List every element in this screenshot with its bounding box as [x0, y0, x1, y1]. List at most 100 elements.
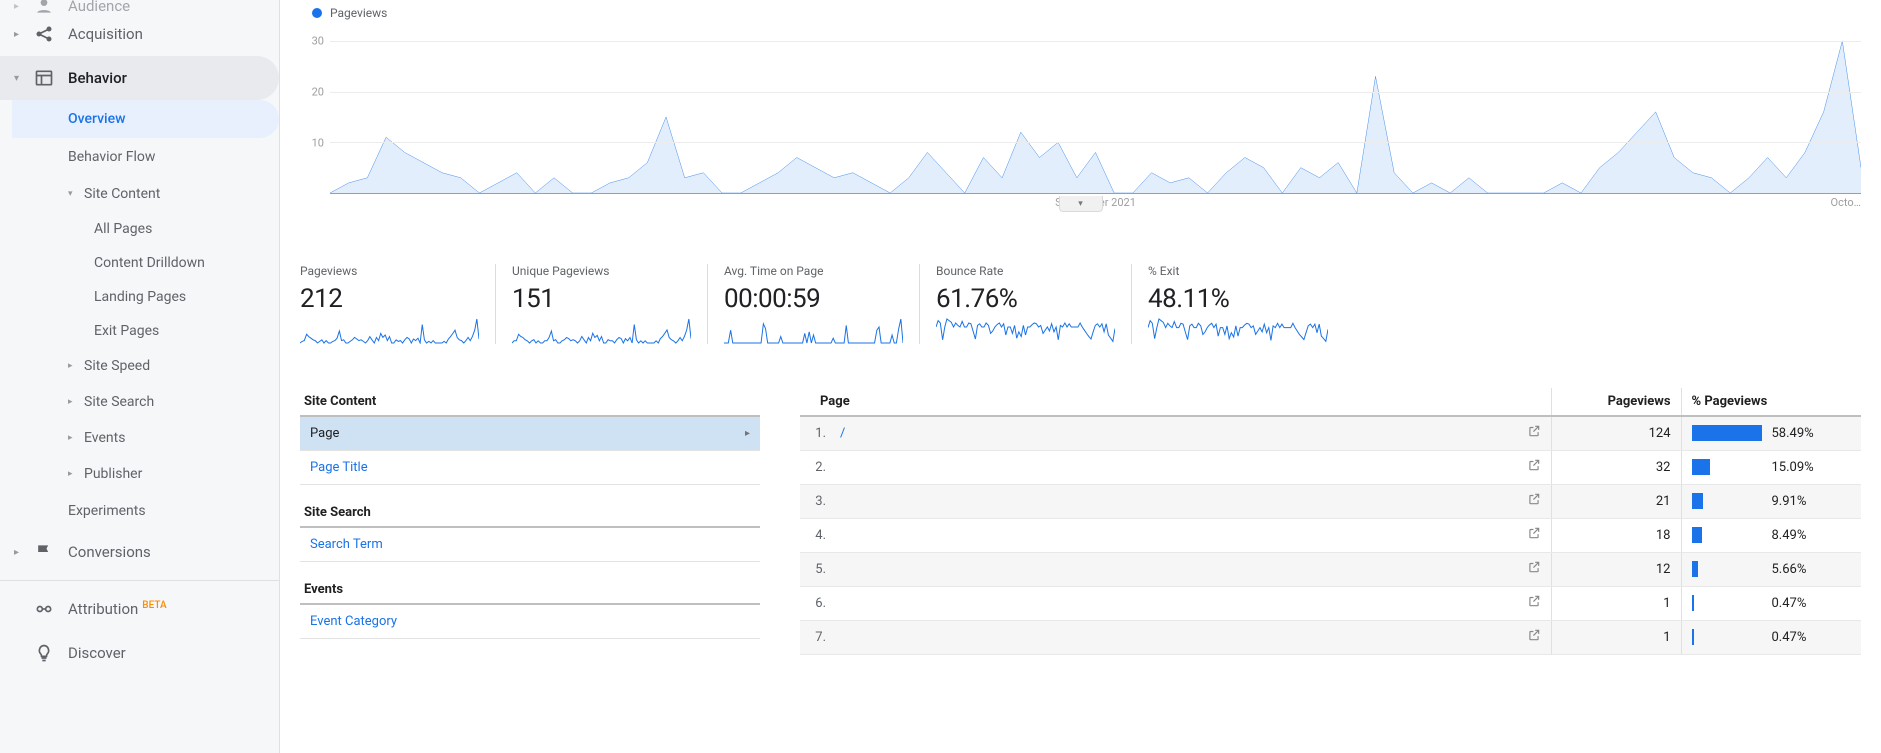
- table-row[interactable]: 3.219.91%: [800, 484, 1861, 518]
- popout-icon[interactable]: [1527, 492, 1541, 506]
- person-icon: [32, 0, 56, 18]
- metric-label: Avg. Time on Page: [724, 264, 903, 278]
- popout-icon[interactable]: [1527, 424, 1541, 438]
- subnav-label: Site Search: [84, 394, 154, 410]
- legend-dot-icon: [312, 8, 322, 18]
- subnav-label: Behavior Flow: [68, 149, 155, 165]
- layout-icon: [32, 66, 56, 90]
- metric-label: Unique Pageviews: [512, 264, 691, 278]
- chart-expander[interactable]: ▾: [1059, 196, 1103, 212]
- row-index: 6.: [800, 586, 830, 620]
- y-axis: 30 20 10: [300, 24, 330, 194]
- nav-conversions[interactable]: ▸ Conversions: [0, 530, 279, 574]
- row-popout: [1517, 620, 1552, 654]
- nav-acquisition[interactable]: ▸ Acquisition: [0, 12, 279, 56]
- metric-value: 00:00:59: [724, 284, 903, 314]
- table-row[interactable]: 6.10.47%: [800, 586, 1861, 620]
- row-index: 5.: [800, 552, 830, 586]
- nav-label: Acquisition: [68, 25, 143, 43]
- line-chart[interactable]: 30 20 10 September 2021 Octo…: [300, 24, 1861, 214]
- th-pct[interactable]: % Pageviews: [1681, 388, 1861, 416]
- subnav-label: Site Content: [84, 186, 160, 202]
- nav-label: Conversions: [68, 543, 151, 561]
- metric-label: % Exit: [1148, 264, 1328, 278]
- sparkline: [936, 318, 1115, 344]
- row-pct: 0.47%: [1681, 620, 1861, 654]
- subnav-publisher[interactable]: ▸Publisher: [12, 456, 279, 492]
- chart-legend: Pageviews: [300, 6, 1861, 20]
- popout-icon[interactable]: [1527, 628, 1541, 642]
- th-pageviews[interactable]: Pageviews: [1551, 388, 1681, 416]
- row-pct: 15.09%: [1681, 450, 1861, 484]
- dimension-search-term[interactable]: Search Term: [300, 528, 760, 562]
- subnav-experiments[interactable]: Experiments: [12, 492, 279, 530]
- nav-label: Discover: [68, 644, 126, 662]
- metric-avg-time-on-page[interactable]: Avg. Time on Page 00:00:59: [724, 264, 920, 344]
- th-page[interactable]: Page: [800, 388, 1551, 416]
- table-row[interactable]: 2.3215.09%: [800, 450, 1861, 484]
- subnav-behavior-flow[interactable]: Behavior Flow: [12, 138, 279, 176]
- dimension-label: Page Title: [310, 460, 368, 475]
- subnav-events[interactable]: ▸Events: [12, 420, 279, 456]
- row-popout: [1517, 416, 1552, 450]
- metric-bounce-rate[interactable]: Bounce Rate61.76%: [936, 264, 1132, 344]
- metric-unique-pageviews[interactable]: Unique Pageviews151: [512, 264, 708, 344]
- page-link[interactable]: /: [840, 426, 845, 441]
- metrics-row: Pageviews212Unique Pageviews151Avg. Time…: [300, 264, 1861, 344]
- table-row[interactable]: 7.10.47%: [800, 620, 1861, 654]
- subnav-overview[interactable]: Overview: [12, 100, 279, 138]
- row-index: 2.: [800, 450, 830, 484]
- nav-audience[interactable]: ▸ Audience: [0, 0, 279, 12]
- caret-right-icon: ▸: [68, 361, 80, 371]
- y-tick: 10: [312, 137, 324, 150]
- caret-down-icon: ▾: [14, 73, 26, 84]
- row-pct: 58.49%: [1681, 416, 1861, 450]
- row-pageviews: 1: [1551, 586, 1681, 620]
- nav-attribution[interactable]: AttributionBETA: [0, 587, 279, 631]
- dimension-event-category[interactable]: Event Category: [300, 605, 760, 639]
- metric--exit[interactable]: % Exit48.11%: [1148, 264, 1344, 344]
- pages-table: Page Pageviews % Pageviews 1./12458.49%2…: [800, 388, 1861, 655]
- table-row[interactable]: 4.188.49%: [800, 518, 1861, 552]
- nav-discover[interactable]: Discover: [0, 631, 279, 675]
- main-content: Pageviews 30 20 10 September 2021 Octo…: [280, 0, 1881, 753]
- leaf-all-pages[interactable]: All Pages: [12, 212, 279, 246]
- row-index: 1.: [800, 416, 830, 450]
- table-row[interactable]: 1./12458.49%: [800, 416, 1861, 450]
- sparkline: [1148, 318, 1328, 344]
- nav-label: Behavior: [68, 69, 127, 87]
- row-page: [830, 552, 1517, 586]
- popout-icon[interactable]: [1527, 594, 1541, 608]
- row-pageviews: 18: [1551, 518, 1681, 552]
- table-row[interactable]: 5.125.66%: [800, 552, 1861, 586]
- caret-right-icon: ▸: [745, 428, 750, 439]
- section-header: Events: [300, 576, 760, 605]
- subnav-site-search[interactable]: ▸Site Search: [12, 384, 279, 420]
- section-header: Site Content: [300, 388, 760, 417]
- nav-behavior[interactable]: ▾ Behavior: [0, 56, 279, 100]
- dimension-page[interactable]: Page ▸: [300, 417, 760, 451]
- row-pageviews: 21: [1551, 484, 1681, 518]
- leaf-exit-pages[interactable]: Exit Pages: [12, 314, 279, 348]
- subnav-site-content[interactable]: ▾Site Content: [12, 176, 279, 212]
- legend-label: Pageviews: [330, 6, 387, 20]
- subnav-site-speed[interactable]: ▸ Site Speed: [12, 348, 279, 384]
- row-pct: 5.66%: [1681, 552, 1861, 586]
- row-page: [830, 518, 1517, 552]
- dimension-page-title[interactable]: Page Title: [300, 451, 760, 485]
- row-popout: [1517, 450, 1552, 484]
- popout-icon[interactable]: [1527, 560, 1541, 574]
- leaf-content-drilldown[interactable]: Content Drilldown: [12, 246, 279, 280]
- popout-icon[interactable]: [1527, 526, 1541, 540]
- nav-label: AttributionBETA: [68, 600, 167, 618]
- leaf-label: Exit Pages: [94, 323, 159, 339]
- popout-icon[interactable]: [1527, 458, 1541, 472]
- metric-pageviews[interactable]: Pageviews212: [300, 264, 496, 344]
- row-pageviews: 1: [1551, 620, 1681, 654]
- row-popout: [1517, 518, 1552, 552]
- sparkline: [300, 318, 479, 344]
- leaf-landing-pages[interactable]: Landing Pages: [12, 280, 279, 314]
- subnav-label: Site Speed: [84, 358, 150, 374]
- chevron-down-icon: ▾: [1078, 199, 1083, 209]
- row-index: 4.: [800, 518, 830, 552]
